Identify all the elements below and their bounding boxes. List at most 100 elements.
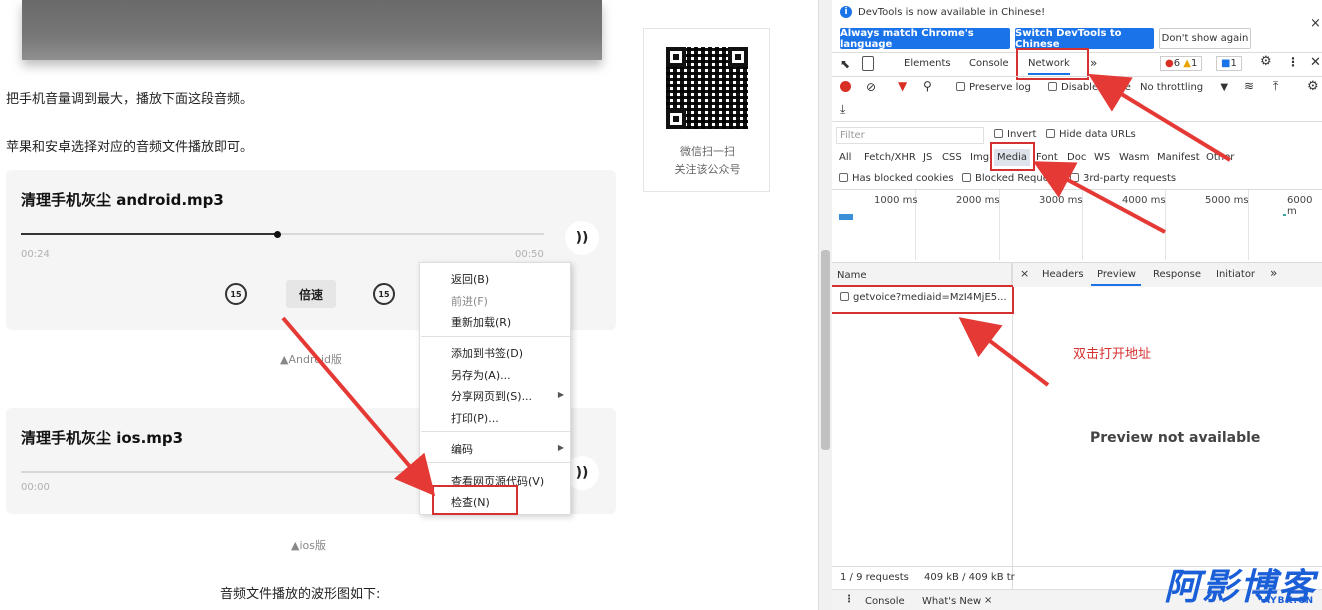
name-header-label: Name bbox=[837, 270, 867, 281]
type-fetch-xhr[interactable]: Fetch/XHR bbox=[864, 152, 916, 163]
waveform-intro: 音频文件播放的波形图如下: bbox=[220, 587, 381, 602]
skip-forward-icon[interactable]: 15 bbox=[373, 283, 395, 305]
disable-cache-checkbox[interactable]: Disable cache bbox=[1048, 82, 1142, 93]
network-settings-icon[interactable]: ⚙ bbox=[1307, 79, 1319, 94]
menu-separator bbox=[421, 336, 570, 337]
article-paragraph-2: 苹果和安卓选择对应的音频文件播放即可。 bbox=[6, 140, 254, 155]
timeline-request-bar bbox=[839, 214, 853, 220]
error-count: 6 bbox=[1173, 58, 1181, 69]
devtools-panel: i DevTools is now available in Chinese! … bbox=[832, 0, 1322, 610]
scrollbar-thumb[interactable] bbox=[821, 250, 830, 450]
type-wasm[interactable]: Wasm bbox=[1119, 152, 1149, 163]
audio-progress bbox=[21, 233, 277, 235]
detail-tab-response[interactable]: Response bbox=[1153, 269, 1201, 280]
type-ws[interactable]: WS bbox=[1094, 152, 1110, 163]
device-toolbar-icon[interactable] bbox=[862, 56, 874, 71]
inspect-element-icon[interactable]: ⬉ bbox=[840, 57, 850, 71]
menu-item-forward[interactable]: 前进(F) bbox=[451, 293, 488, 309]
filter-icon[interactable]: ▼ bbox=[898, 79, 907, 93]
preview-unavailable-message: Preview not available bbox=[1090, 430, 1261, 446]
close-drawer-tab-icon[interactable]: × bbox=[984, 595, 992, 606]
menu-item-bookmark[interactable]: 添加到书签(D) bbox=[451, 345, 523, 361]
page-scrollbar[interactable] bbox=[818, 0, 832, 610]
type-js[interactable]: JS bbox=[923, 152, 932, 163]
timeline-label: 3000 ms bbox=[1039, 195, 1083, 206]
type-img[interactable]: Img bbox=[970, 152, 989, 163]
invert-checkbox[interactable]: Invert bbox=[994, 129, 1036, 140]
messages-counter[interactable]: ■1 bbox=[1216, 56, 1242, 71]
match-language-button[interactable]: Always match Chrome's language bbox=[840, 28, 1010, 50]
filter-input[interactable]: Filter bbox=[836, 127, 984, 144]
divider bbox=[832, 76, 1322, 77]
detail-tab-preview[interactable]: Preview bbox=[1091, 269, 1141, 286]
menu-item-print[interactable]: 打印(P)... bbox=[451, 410, 499, 426]
menu-item-encoding[interactable]: 编码 bbox=[451, 441, 473, 457]
speed-button[interactable]: 倍速 bbox=[286, 280, 336, 308]
menu-item-back[interactable]: 返回(B) bbox=[451, 271, 489, 287]
clear-icon[interactable]: ⊘ bbox=[866, 80, 876, 94]
invert-label: Invert bbox=[1007, 129, 1037, 140]
qr-finder bbox=[666, 109, 686, 129]
drawer-tab-console[interactable]: Console bbox=[865, 596, 905, 607]
type-manifest[interactable]: Manifest bbox=[1157, 152, 1200, 163]
skip-back-icon[interactable]: 15 bbox=[225, 283, 247, 305]
blocked-cookies-checkbox[interactable]: Has blocked cookies bbox=[839, 173, 954, 184]
audio-caption-android: ▲Android版 bbox=[280, 353, 342, 366]
watermark-domain: AYBK.CN bbox=[1262, 596, 1314, 606]
type-all[interactable]: All bbox=[839, 152, 851, 163]
wifi-icon[interactable]: ≋ bbox=[1244, 79, 1254, 93]
tab-console[interactable]: Console bbox=[969, 58, 1009, 69]
article-photo bbox=[22, 0, 602, 60]
hide-data-urls-checkbox[interactable]: Hide data URLs bbox=[1046, 129, 1136, 140]
search-icon[interactable]: ⚲ bbox=[923, 79, 932, 93]
menu-item-save-as[interactable]: 另存为(A)... bbox=[451, 367, 511, 383]
more-detail-tabs-icon[interactable]: » bbox=[1270, 266, 1277, 280]
type-font[interactable]: Font bbox=[1036, 152, 1058, 163]
tab-elements[interactable]: Elements bbox=[904, 58, 951, 69]
menu-separator bbox=[421, 462, 570, 463]
audio-progress-handle[interactable] bbox=[274, 231, 281, 238]
dont-show-again-button[interactable]: Don't show again bbox=[1159, 28, 1251, 49]
more-tabs-icon[interactable]: » bbox=[1090, 56, 1097, 70]
drawer-tab-whats-new[interactable]: What's New bbox=[922, 596, 981, 607]
timeline-label: 4000 ms bbox=[1122, 195, 1166, 206]
warning-count: 1 bbox=[1191, 58, 1198, 69]
language-banner-text: DevTools is now available in Chinese! bbox=[858, 7, 1046, 18]
record-icon[interactable] bbox=[840, 81, 851, 92]
detail-tab-initiator[interactable]: Initiator bbox=[1216, 269, 1255, 280]
highlight-media-filter bbox=[990, 142, 1035, 171]
timeline-marker bbox=[1283, 214, 1286, 216]
third-party-checkbox[interactable]: 3rd-party requests bbox=[1070, 173, 1176, 184]
preserve-log-checkbox[interactable]: Preserve log bbox=[956, 82, 1031, 93]
audio-duration: 00:50 bbox=[515, 249, 544, 260]
close-banner-icon[interactable]: × bbox=[1310, 16, 1321, 31]
disable-cache-label: Disable cache bbox=[1061, 82, 1131, 93]
context-menu: 返回(B) 前进(F) 重新加载(R) 添加到书签(D) 另存为(A)... 分… bbox=[419, 262, 571, 515]
timeline-label: 5000 ms bbox=[1205, 195, 1249, 206]
timeline-label: 1000 ms bbox=[874, 195, 918, 206]
article-paragraph-1: 把手机音量调到最大，播放下面这段音频。 bbox=[6, 92, 254, 107]
settings-gear-icon[interactable]: ⚙ bbox=[1260, 54, 1272, 69]
more-menu-icon[interactable]: ⋮ bbox=[1287, 55, 1299, 69]
info-icon: i bbox=[840, 6, 852, 18]
switch-chinese-button[interactable]: Switch DevTools to Chinese bbox=[1015, 28, 1154, 50]
audio-track[interactable] bbox=[21, 471, 421, 473]
type-css[interactable]: CSS bbox=[942, 152, 962, 163]
highlight-request bbox=[832, 285, 1014, 314]
menu-item-share[interactable]: 分享网页到(S)... bbox=[451, 388, 532, 404]
export-har-icon[interactable]: ⤓ bbox=[840, 102, 845, 117]
blocked-requests-checkbox[interactable]: Blocked Requests bbox=[962, 173, 1060, 184]
close-devtools-icon[interactable]: ✕ bbox=[1310, 55, 1321, 70]
menu-item-reload[interactable]: 重新加载(R) bbox=[451, 314, 511, 330]
detail-tab-headers[interactable]: Headers bbox=[1042, 269, 1084, 280]
import-har-icon[interactable]: ⤒ bbox=[1273, 79, 1278, 94]
article-page: 把手机音量调到最大，播放下面这段音频。 苹果和安卓选择对应的音频文件播放即可。 … bbox=[0, 0, 820, 610]
message-count: 1 bbox=[1230, 58, 1237, 69]
drawer-menu-icon[interactable]: ⋮ bbox=[844, 594, 854, 605]
speaker-icon[interactable]: )) bbox=[565, 221, 599, 255]
type-doc[interactable]: Doc bbox=[1067, 152, 1086, 163]
throttling-select[interactable]: No throttling ▼ bbox=[1140, 82, 1228, 93]
close-detail-icon[interactable]: × bbox=[1020, 267, 1029, 280]
issues-counter[interactable]: ●6 ▲1 bbox=[1160, 56, 1203, 71]
type-other[interactable]: Other bbox=[1206, 152, 1234, 163]
